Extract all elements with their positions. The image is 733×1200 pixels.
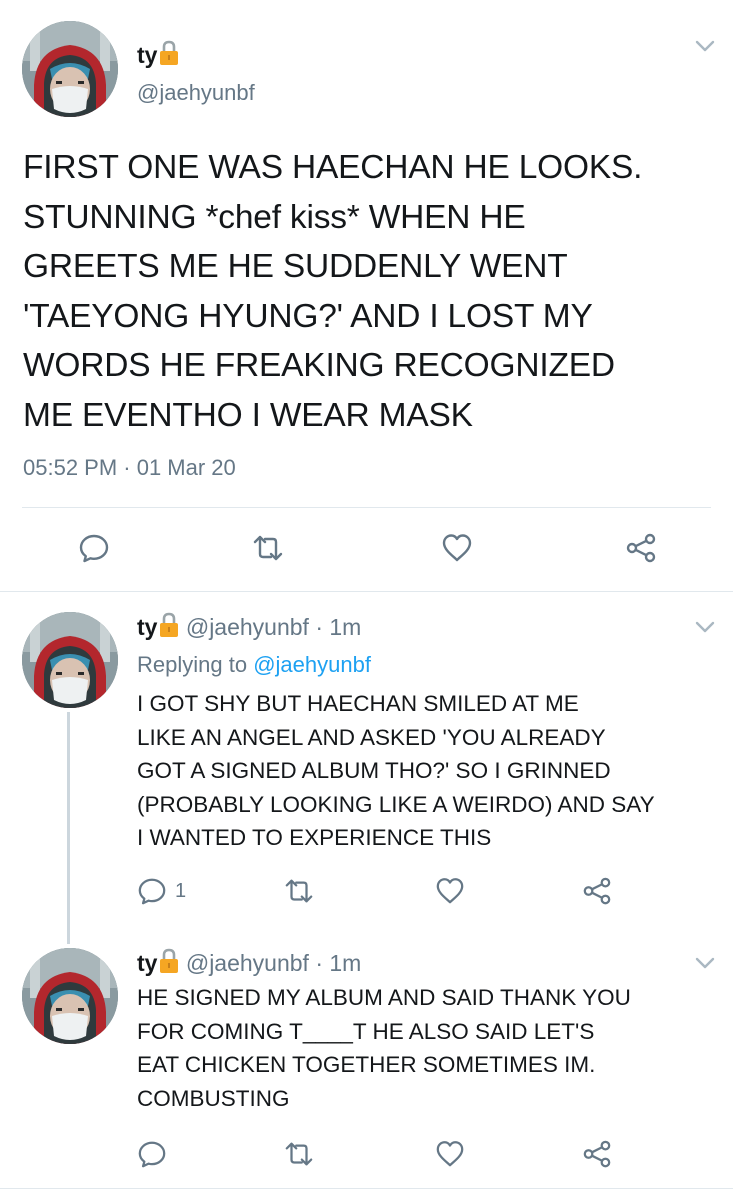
avatar[interactable] — [22, 612, 118, 708]
share-icon — [582, 1139, 612, 1169]
lock-icon — [159, 948, 179, 980]
main-tweet: ty @jaehyunbf FIRST ONE WAS HAECHAN HE L… — [0, 0, 733, 592]
reply-tweet[interactable]: ty @jaehyunbf · 1m HE SIGNED MY ALBUM AN… — [0, 928, 733, 1188]
lock-icon — [159, 40, 179, 72]
speech-bubble-icon — [137, 876, 167, 906]
author-meta[interactable]: @jaehyunbf · 1m — [186, 614, 362, 640]
tweet-text-line: HE SIGNED MY ALBUM AND SAID THANK YOU — [137, 985, 631, 1010]
tweet-text-line: GREETS ME HE SUDDENLY WENT — [23, 248, 568, 285]
tweet-text-line: LIKE AN ANGEL AND ASKED 'YOU ALREADY — [137, 724, 606, 750]
tweet-text-line: FIRST ONE WAS HAECHAN HE LOOKS. — [23, 149, 643, 186]
author-name[interactable]: ty — [137, 40, 179, 72]
share-button[interactable] — [582, 876, 612, 906]
reply-button[interactable] — [78, 532, 110, 564]
tweet-text: I GOT SHY BUT HAECHAN SMILED AT ME LIKE … — [137, 687, 722, 855]
chevron-down-icon[interactable] — [694, 956, 716, 970]
like-button[interactable] — [435, 1139, 465, 1169]
like-button[interactable] — [435, 876, 465, 906]
tweet-text: FIRST ONE WAS HAECHAN HE LOOKS. STUNNING… — [23, 143, 723, 440]
share-icon — [625, 532, 657, 564]
chevron-down-icon[interactable] — [694, 39, 716, 53]
author-meta[interactable]: @jaehyunbf · 1m — [186, 950, 362, 976]
like-button[interactable] — [441, 532, 473, 564]
retweet-button[interactable] — [252, 532, 284, 564]
tweet-text-line: COMBUSTING — [137, 1085, 290, 1111]
heart-icon — [441, 532, 473, 564]
share-button[interactable] — [582, 1139, 612, 1169]
avatar-image — [22, 21, 118, 117]
divider — [22, 507, 711, 508]
tweet-text-line: EAT CHICKEN TOGETHER SOMETIMES IM. — [137, 1052, 596, 1078]
author-name[interactable]: ty — [137, 614, 157, 640]
replying-to-label: Replying to — [137, 652, 254, 677]
heart-icon — [435, 876, 465, 906]
retweet-icon — [284, 1139, 314, 1169]
tweet-text-line: GOT A SIGNED ALBUM THO?' SO I GRINNED — [137, 758, 611, 784]
avatar-image — [22, 948, 118, 1044]
reply-header: ty @jaehyunbf · 1m — [137, 948, 361, 980]
author-name[interactable]: ty — [137, 950, 157, 976]
reply-button[interactable] — [137, 1139, 167, 1169]
reply-button[interactable]: 1 — [137, 876, 186, 906]
avatar-image — [22, 612, 118, 708]
author-handle[interactable]: @jaehyunbf — [137, 80, 255, 106]
share-icon — [582, 876, 612, 906]
avatar[interactable] — [22, 948, 118, 1044]
share-button[interactable] — [625, 532, 657, 564]
lock-icon — [159, 612, 179, 644]
retweet-button[interactable] — [284, 1139, 314, 1169]
avatar[interactable] — [22, 21, 118, 117]
tweet-text-line: WORDS HE FREAKING RECOGNIZED — [23, 347, 615, 384]
speech-bubble-icon — [137, 1139, 167, 1169]
replying-to-link[interactable]: @jaehyunbf — [253, 652, 371, 677]
tweet-text-line: I GOT SHY BUT HAECHAN SMILED AT ME — [137, 691, 579, 716]
reply-count: 1 — [175, 879, 187, 902]
retweet-icon — [252, 532, 284, 564]
tweet-text-line: FOR COMING T____T HE ALSO SAID LET'S — [137, 1018, 595, 1044]
reply-header: ty @jaehyunbf · 1m — [137, 612, 361, 644]
tweet-text-line: STUNNING *chef kiss* WHEN HE — [23, 198, 526, 236]
chevron-down-icon[interactable] — [694, 620, 716, 634]
display-name-text: ty — [137, 42, 158, 68]
speech-bubble-icon — [78, 532, 110, 564]
retweet-icon — [284, 876, 314, 906]
heart-icon — [435, 1139, 465, 1169]
tweet-text-line: ME EVENTHO I WEAR MASK — [23, 396, 473, 434]
tweet-timestamp[interactable]: 05:52 PM · 01 Mar 20 — [23, 455, 236, 481]
tweet-text-line: I WANTED TO EXPERIENCE THIS — [137, 825, 492, 851]
reply-tweet[interactable]: ty @jaehyunbf · 1m Replying to @jaehyunb… — [0, 592, 733, 936]
bottom-divider — [0, 1188, 733, 1189]
retweet-button[interactable] — [284, 876, 314, 906]
tweet-text-line: 'TAEYONG HYUNG?' AND I LOST MY — [23, 297, 593, 335]
tweet-text-line: (PROBABLY LOOKING LIKE A WEIRDO) AND SAY — [137, 791, 655, 817]
tweet-text: HE SIGNED MY ALBUM AND SAID THANK YOU FO… — [137, 981, 722, 1115]
replying-to: Replying to @jaehyunbf — [137, 652, 371, 678]
